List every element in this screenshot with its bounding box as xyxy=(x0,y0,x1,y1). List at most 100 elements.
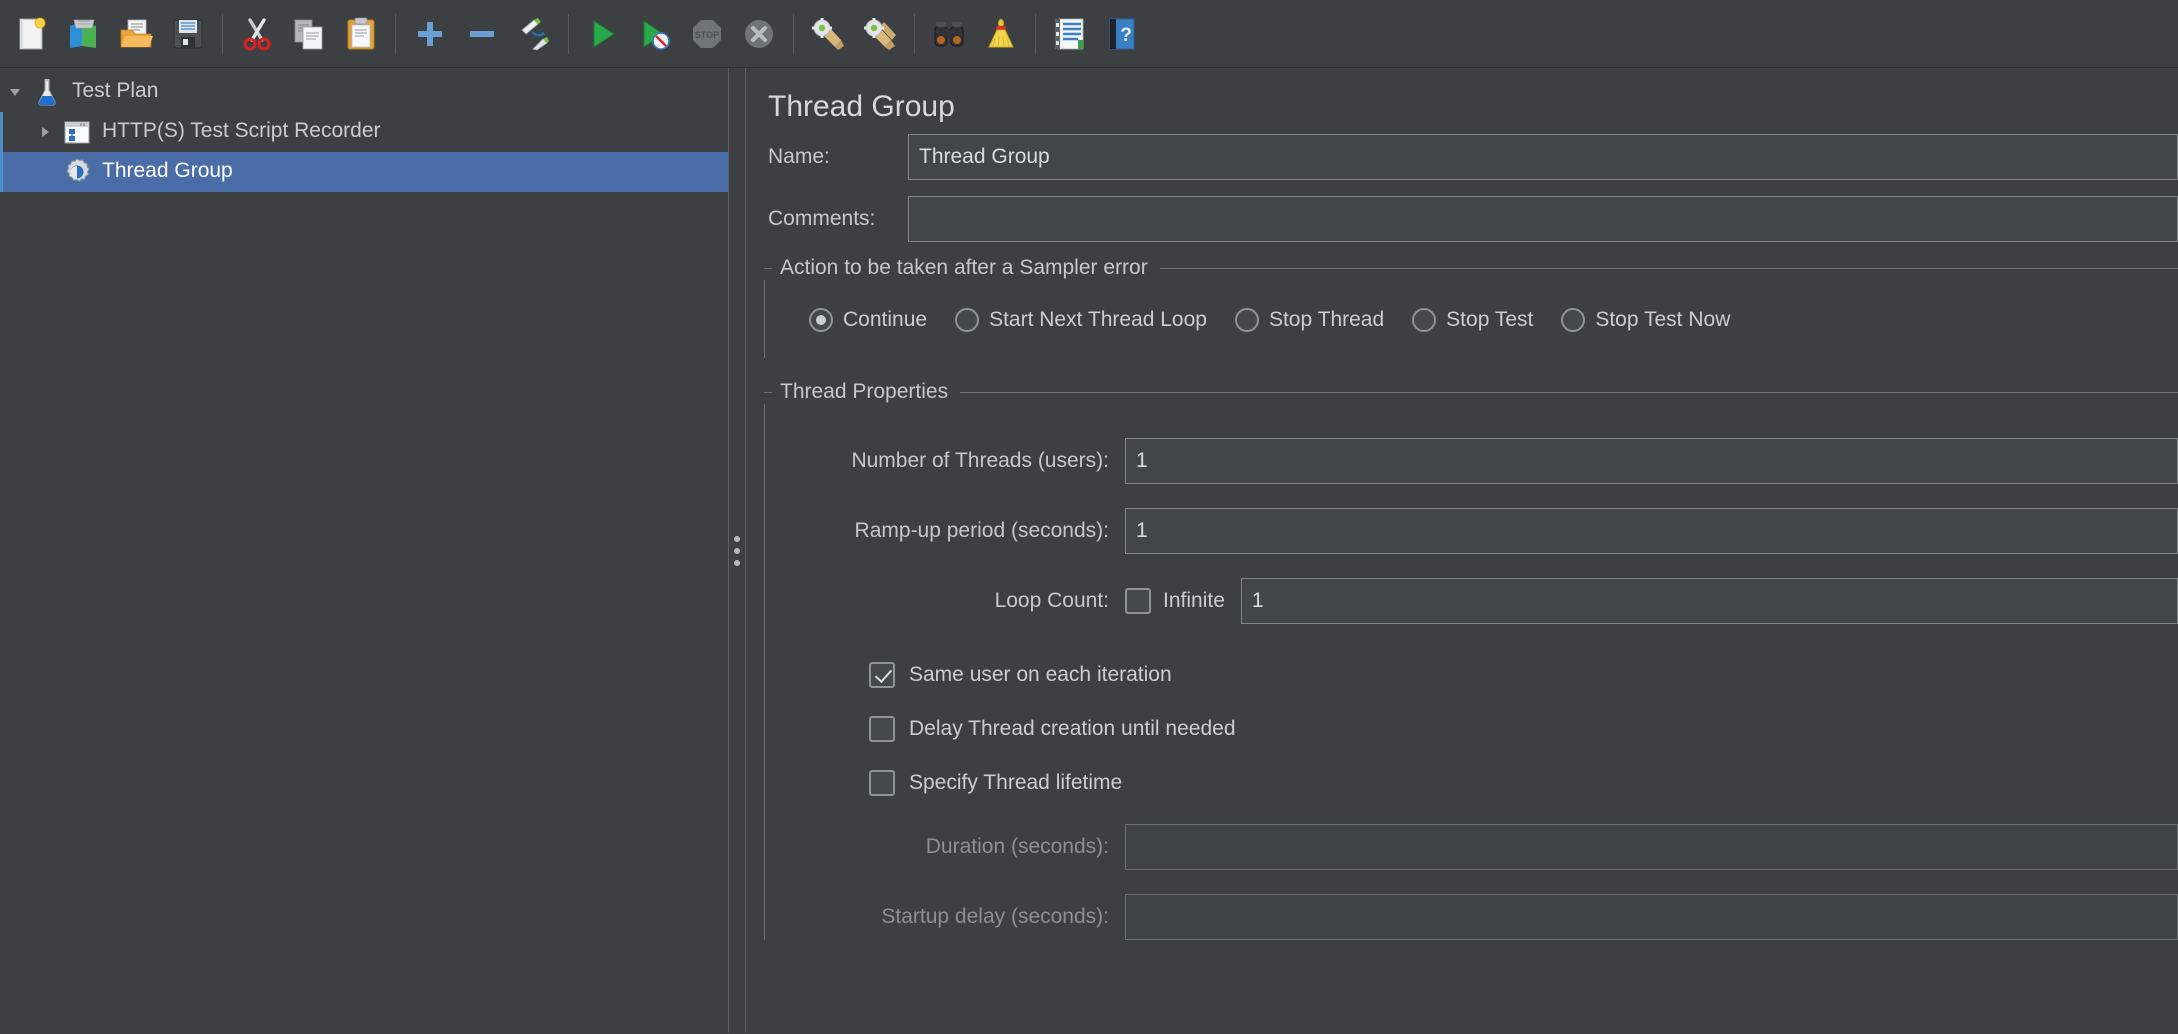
stop-sign-icon: STOP xyxy=(689,16,725,52)
paste-button[interactable] xyxy=(335,8,387,60)
gear-thread-group-icon xyxy=(60,155,94,189)
templates-icon xyxy=(66,16,102,52)
tree-node-label: Thread Group xyxy=(102,159,233,185)
tree-node-test-plan[interactable]: Test Plan xyxy=(0,72,728,112)
reset-search-button[interactable] xyxy=(975,8,1027,60)
startup-delay-label: Startup delay (seconds): xyxy=(765,905,1125,929)
loop-count-label: Loop Count: xyxy=(765,589,1125,613)
name-field-row: Name: xyxy=(746,134,2178,180)
groupbox-tick xyxy=(764,392,772,393)
expand-arrow-right-icon[interactable] xyxy=(30,112,60,152)
radio-stop-test-now-mark[interactable] xyxy=(1561,308,1585,332)
sampler-error-legend: Action to be taken after a Sampler error xyxy=(780,256,1152,280)
loop-count-row: Loop Count: Infinite xyxy=(765,578,2178,624)
thread-properties-groupbox: Thread Properties Number of Threads (use… xyxy=(764,380,2178,940)
splitter-grip-icon[interactable] xyxy=(734,536,740,566)
clear-button[interactable] xyxy=(802,8,854,60)
page-title: Thread Group xyxy=(746,68,2178,134)
beaker-icon xyxy=(30,75,64,109)
svg-text:?: ? xyxy=(1120,25,1132,46)
groupbox-tick xyxy=(764,268,772,269)
radio-stop-test-label: Stop Test xyxy=(1446,308,1533,332)
plus-icon xyxy=(412,16,448,52)
templates-button[interactable] xyxy=(58,8,110,60)
recorder-window-icon xyxy=(60,115,94,149)
collapse-all-button[interactable] xyxy=(456,8,508,60)
radio-stop-test[interactable]: Stop Test xyxy=(1412,308,1533,332)
search-button[interactable] xyxy=(923,8,975,60)
checkbox-specify-thread-lifetime-label: Specify Thread lifetime xyxy=(909,771,1122,795)
toolbar-separator xyxy=(568,14,569,54)
radio-stop-thread-mark[interactable] xyxy=(1235,308,1259,332)
tree-node-thread-group[interactable]: Thread Group xyxy=(0,152,728,192)
ramp-up-period-row: Ramp-up period (seconds): xyxy=(765,508,2178,554)
shutdown-x-icon xyxy=(741,16,777,52)
checkbox-same-user-each-iteration-mark[interactable] xyxy=(869,662,895,688)
test-plan-tree: Test Plan HTTP(S) Test Script Recorder xyxy=(0,68,728,1033)
cut-button[interactable] xyxy=(231,8,283,60)
radio-start-next-thread-loop-label: Start Next Thread Loop xyxy=(989,308,1207,332)
startup-delay-row: Startup delay (seconds): xyxy=(765,894,2178,940)
stop-button[interactable]: STOP xyxy=(681,8,733,60)
checkbox-delay-thread-creation-label: Delay Thread creation until needed xyxy=(909,717,1236,741)
radio-continue[interactable]: Continue xyxy=(809,308,927,332)
toolbar-separator xyxy=(914,14,915,54)
duration-input[interactable] xyxy=(1125,824,2178,870)
checkbox-infinite[interactable]: Infinite xyxy=(1125,588,1225,614)
loop-count-input[interactable] xyxy=(1241,578,2178,624)
start-no-pauses-button[interactable] xyxy=(629,8,681,60)
play-green-icon xyxy=(585,16,621,52)
function-helper-button[interactable] xyxy=(1044,8,1096,60)
tree-node-label: Test Plan xyxy=(72,79,158,105)
save-button[interactable] xyxy=(162,8,214,60)
startup-delay-input[interactable] xyxy=(1125,894,2178,940)
radio-start-next-thread-loop[interactable]: Start Next Thread Loop xyxy=(955,308,1207,332)
panel-splitter[interactable] xyxy=(728,68,746,1033)
shutdown-button[interactable] xyxy=(733,8,785,60)
radio-continue-label: Continue xyxy=(843,308,927,332)
expand-arrow-down-icon[interactable] xyxy=(0,72,30,112)
number-of-threads-label: Number of Threads (users): xyxy=(765,449,1125,473)
checkbox-same-user-each-iteration[interactable]: Same user on each iteration xyxy=(765,662,2178,688)
groupbox-line xyxy=(960,392,2178,393)
main-toolbar: STOP xyxy=(0,0,2178,68)
duration-row: Duration (seconds): xyxy=(765,824,2178,870)
checkbox-same-user-each-iteration-label: Same user on each iteration xyxy=(909,663,1172,687)
checkbox-delay-thread-creation-mark[interactable] xyxy=(869,716,895,742)
toolbar-separator xyxy=(1035,14,1036,54)
tree-node-http-test-script-recorder[interactable]: HTTP(S) Test Script Recorder xyxy=(0,112,728,152)
groupbox-line xyxy=(1160,268,2178,269)
checkbox-specify-thread-lifetime-mark[interactable] xyxy=(869,770,895,796)
radio-stop-test-mark[interactable] xyxy=(1412,308,1436,332)
radio-stop-test-now[interactable]: Stop Test Now xyxy=(1561,308,1730,332)
checkbox-specify-thread-lifetime[interactable]: Specify Thread lifetime xyxy=(765,770,2178,796)
radio-start-next-thread-loop-mark[interactable] xyxy=(955,308,979,332)
open-button[interactable] xyxy=(110,8,162,60)
checkbox-delay-thread-creation[interactable]: Delay Thread creation until needed xyxy=(765,716,2178,742)
clear-all-broom-icon xyxy=(862,16,898,52)
clear-all-button[interactable] xyxy=(854,8,906,60)
radio-continue-mark[interactable] xyxy=(809,308,833,332)
comments-field-row: Comments: xyxy=(746,196,2178,242)
thread-properties-body: Number of Threads (users): Ramp-up perio… xyxy=(764,404,2178,940)
help-button[interactable]: ? xyxy=(1096,8,1148,60)
name-input[interactable] xyxy=(908,134,2178,180)
new-button[interactable] xyxy=(6,8,58,60)
number-of-threads-input[interactable] xyxy=(1125,438,2178,484)
comments-input[interactable] xyxy=(908,196,2178,242)
ramp-up-period-input[interactable] xyxy=(1125,508,2178,554)
radio-stop-thread-label: Stop Thread xyxy=(1269,308,1384,332)
thread-properties-legend: Thread Properties xyxy=(780,380,952,404)
expand-all-button[interactable] xyxy=(404,8,456,60)
toggle-pen-icon xyxy=(516,16,552,52)
start-button[interactable] xyxy=(577,8,629,60)
checkbox-infinite-mark[interactable] xyxy=(1125,588,1151,614)
radio-stop-thread[interactable]: Stop Thread xyxy=(1235,308,1384,332)
number-of-threads-row: Number of Threads (users): xyxy=(765,438,2178,484)
toolbar-separator xyxy=(793,14,794,54)
tree-node-spacer xyxy=(30,152,60,192)
toggle-button[interactable] xyxy=(508,8,560,60)
name-label: Name: xyxy=(768,145,908,169)
copy-button[interactable] xyxy=(283,8,335,60)
ramp-up-period-label: Ramp-up period (seconds): xyxy=(765,519,1125,543)
